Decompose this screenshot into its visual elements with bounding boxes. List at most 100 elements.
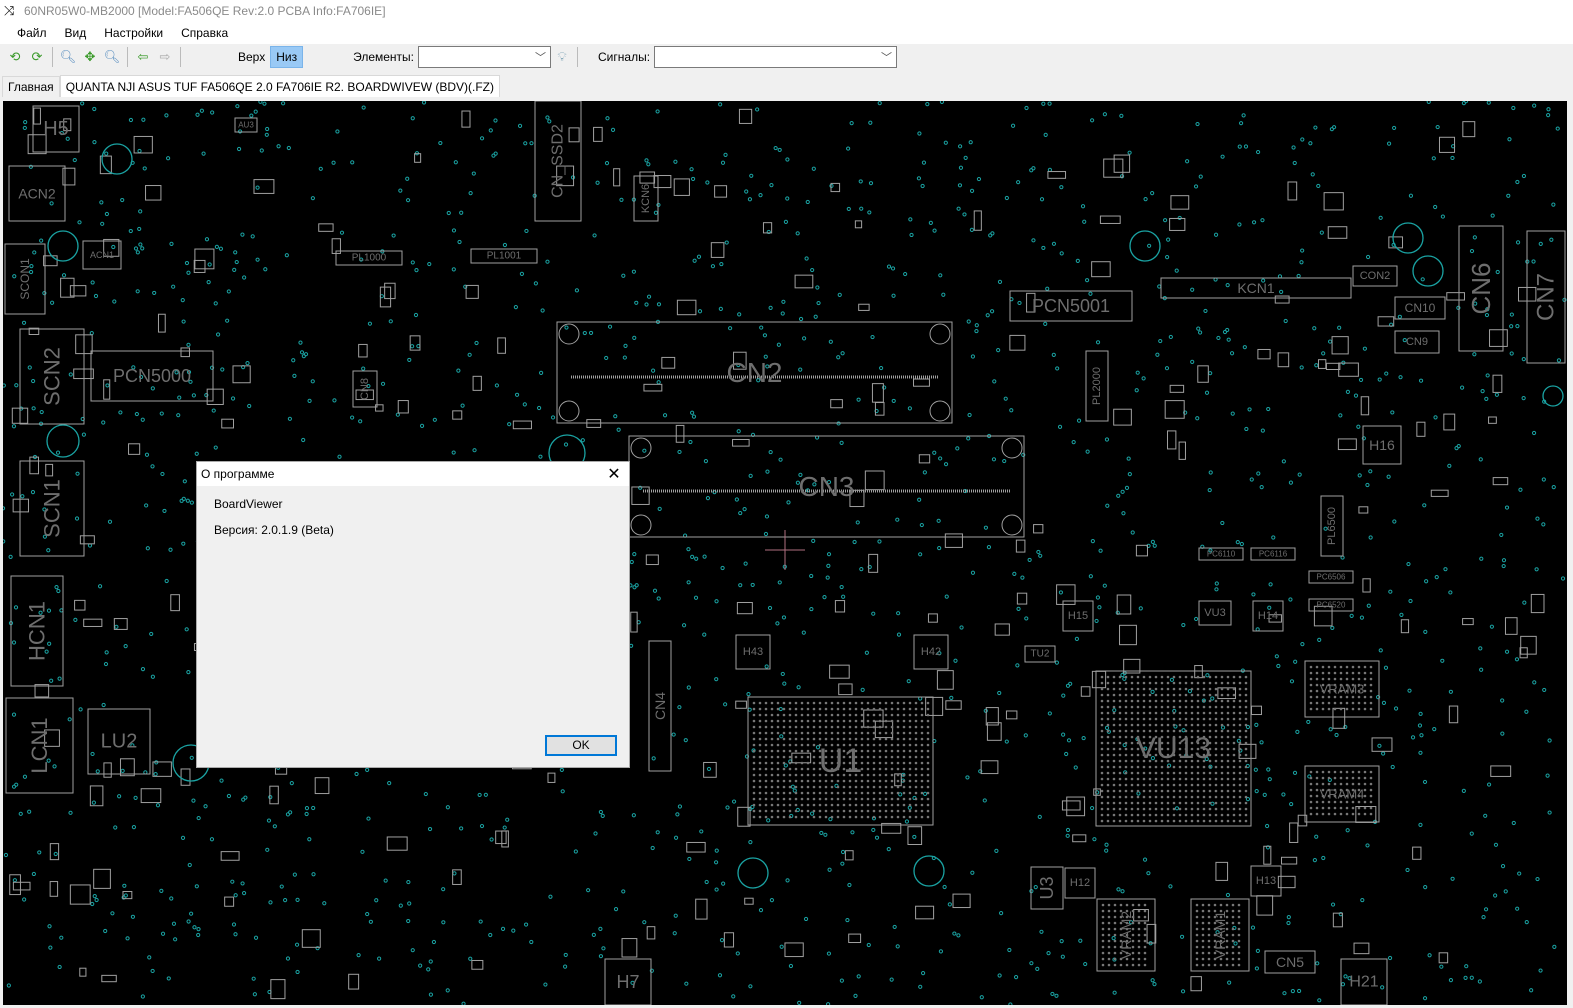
via bbox=[943, 140, 948, 145]
bga-ball bbox=[1231, 933, 1235, 937]
bga-ball bbox=[1106, 729, 1110, 733]
bga-ball bbox=[1143, 909, 1147, 913]
bga-ball bbox=[908, 701, 912, 705]
close-icon[interactable]: ✕ bbox=[599, 464, 629, 484]
bga-ball bbox=[1214, 687, 1218, 691]
via bbox=[775, 621, 780, 626]
menu-file[interactable]: Файл bbox=[8, 26, 56, 40]
bga-ball bbox=[1160, 723, 1164, 727]
zoom-out-icon[interactable]: 🔍︎ bbox=[57, 46, 79, 68]
via bbox=[204, 237, 210, 242]
bottom-side-button[interactable]: Низ bbox=[270, 46, 304, 68]
via bbox=[604, 355, 609, 361]
bga-ball bbox=[1220, 699, 1224, 703]
bga-ball bbox=[1214, 783, 1218, 787]
bga-ball bbox=[776, 707, 780, 711]
via bbox=[186, 342, 191, 347]
bga-ball bbox=[1154, 771, 1158, 775]
bga-ball bbox=[860, 785, 864, 789]
via bbox=[1290, 988, 1295, 994]
bga-ball bbox=[1202, 807, 1206, 811]
bga-ball bbox=[1101, 933, 1105, 937]
component-label: VRAM1 bbox=[1212, 911, 1228, 959]
bga-ball bbox=[1148, 717, 1152, 721]
bga-ball bbox=[842, 797, 846, 801]
bulb-icon[interactable]: 💡︎ bbox=[551, 46, 573, 68]
elements-combo[interactable]: ﹀ bbox=[418, 46, 552, 68]
via bbox=[192, 925, 197, 930]
bga-ball bbox=[872, 731, 876, 735]
ok-button[interactable]: OK bbox=[545, 735, 617, 756]
component-outline bbox=[93, 868, 111, 889]
bga-ball bbox=[1107, 945, 1111, 949]
bga-ball bbox=[1201, 945, 1205, 949]
menu-view[interactable]: Вид bbox=[56, 26, 96, 40]
via bbox=[1456, 444, 1461, 449]
bga-ball bbox=[884, 707, 888, 711]
bga-ball bbox=[836, 815, 840, 819]
mounting-hole bbox=[630, 437, 652, 459]
via bbox=[826, 563, 831, 568]
via bbox=[758, 908, 764, 913]
via bbox=[1386, 474, 1391, 479]
bga-ball bbox=[1148, 693, 1152, 697]
bga-ball bbox=[1112, 681, 1116, 685]
bga-ball bbox=[770, 779, 774, 783]
bga-ball bbox=[1321, 677, 1325, 681]
via bbox=[965, 775, 970, 780]
bga-ball bbox=[842, 737, 846, 741]
via bbox=[1203, 308, 1208, 314]
component-outline bbox=[318, 223, 334, 232]
via bbox=[118, 410, 123, 415]
component-outline bbox=[936, 670, 954, 690]
zoom-in-icon[interactable]: 🔍︎ bbox=[101, 46, 123, 68]
bga-ball bbox=[926, 755, 930, 759]
bga-ball bbox=[920, 815, 924, 819]
bga-ball bbox=[1351, 806, 1355, 810]
bga-ball bbox=[1226, 717, 1230, 721]
rotate-left-icon[interactable]: ⟲ bbox=[4, 46, 26, 68]
via bbox=[1380, 985, 1385, 990]
component-outline bbox=[1492, 374, 1503, 393]
top-side-button[interactable]: Верх bbox=[233, 47, 270, 67]
via bbox=[1225, 892, 1231, 898]
bga-ball bbox=[800, 773, 804, 777]
via bbox=[1097, 605, 1102, 610]
bga-ball bbox=[764, 725, 768, 729]
bga-ball bbox=[1178, 771, 1182, 775]
bga-ball bbox=[764, 731, 768, 735]
bga-ball bbox=[1178, 765, 1182, 769]
menu-help[interactable]: Справка bbox=[172, 26, 237, 40]
via bbox=[120, 197, 125, 203]
via bbox=[1432, 727, 1437, 732]
bga-ball bbox=[806, 773, 810, 777]
signals-combo[interactable]: ﹀ bbox=[654, 46, 898, 68]
tab-board[interactable]: QUANTA NJI ASUS TUF FA506QE 2.0 FA706IE … bbox=[59, 75, 501, 97]
bga-ball bbox=[914, 725, 918, 729]
via bbox=[705, 180, 710, 185]
via bbox=[1013, 975, 1019, 980]
via bbox=[164, 578, 169, 584]
back-arrow-icon[interactable]: ⇦ bbox=[132, 46, 154, 68]
component-outline bbox=[1009, 334, 1026, 351]
forward-arrow-icon[interactable]: ⇨ bbox=[154, 46, 176, 68]
via bbox=[1185, 159, 1190, 164]
component-outline bbox=[686, 841, 706, 853]
bga-ball bbox=[1237, 927, 1241, 931]
bga-ball bbox=[1345, 677, 1349, 681]
via bbox=[1448, 590, 1453, 595]
bga-ball bbox=[830, 737, 834, 741]
rotate-right-icon[interactable]: ⟳ bbox=[26, 46, 48, 68]
component-outline bbox=[547, 772, 556, 783]
bga-ball bbox=[1184, 675, 1188, 679]
via bbox=[232, 267, 237, 272]
via bbox=[619, 197, 624, 202]
menu-settings[interactable]: Настройки bbox=[95, 26, 172, 40]
bga-ball bbox=[1244, 693, 1248, 697]
via bbox=[962, 212, 967, 217]
via bbox=[1388, 589, 1393, 594]
tab-home[interactable]: Главная bbox=[2, 76, 60, 97]
via bbox=[1051, 352, 1056, 357]
component-outline bbox=[1325, 362, 1341, 370]
fit-icon[interactable]: ✥ bbox=[79, 46, 101, 68]
